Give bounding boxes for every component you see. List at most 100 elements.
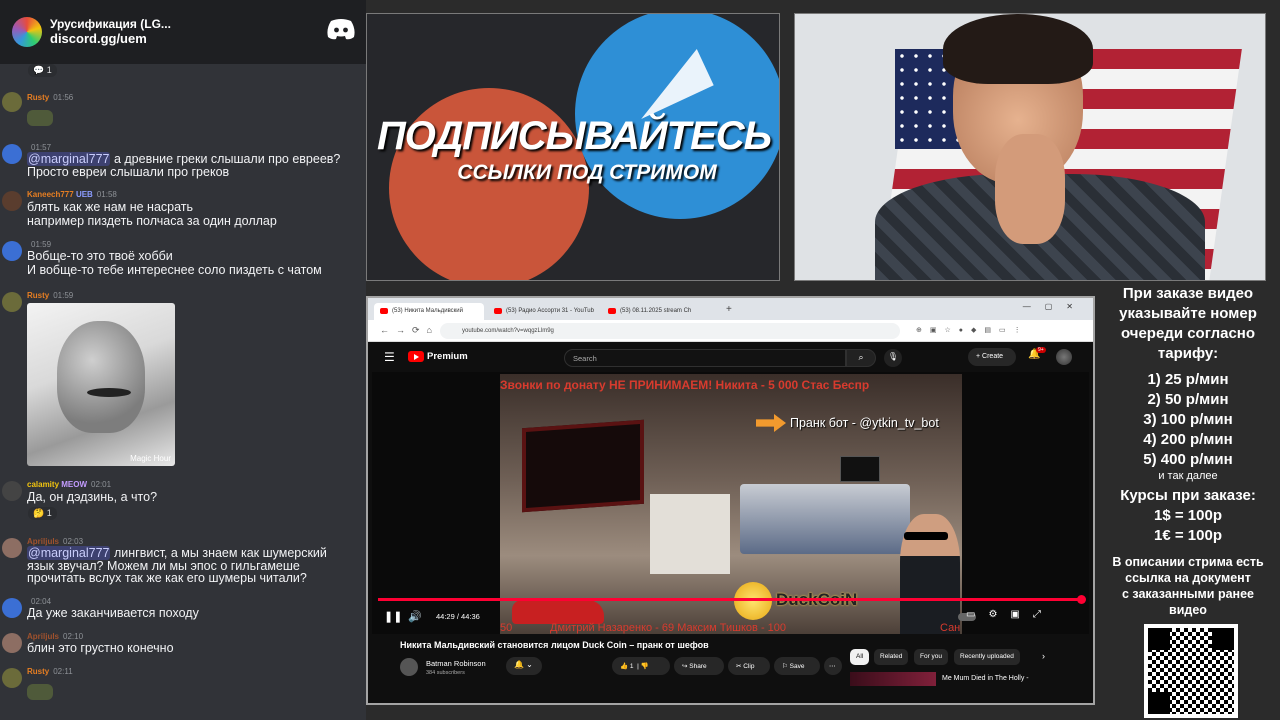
server-icon (12, 17, 42, 47)
rate-line: 1€ = 100р (1154, 527, 1222, 544)
search-input[interactable]: Search (564, 349, 846, 367)
chip-all[interactable]: All (850, 649, 870, 665)
streamer-hair (943, 14, 1093, 84)
youtube-icon (494, 308, 502, 314)
menu-icon[interactable]: ☰ (384, 350, 395, 364)
exchange-rates: Курсы при заказе: 1$ = 100р 1€ = 100р (1096, 486, 1280, 546)
price-tier: 5) 400 р/мин (1143, 451, 1233, 468)
progress-handle[interactable] (1077, 595, 1087, 604)
avatar (2, 633, 22, 653)
avatar (2, 538, 22, 558)
avatar (2, 292, 22, 312)
username: Rusty 01:56 (27, 93, 74, 102)
url-input[interactable]: youtube.com/watch?v=wqgzLlm9g (440, 323, 900, 339)
intro-line: При заказе видео (1122, 285, 1254, 302)
avatar (2, 144, 22, 164)
discord-logo-icon (327, 19, 355, 40)
recommended-thumbnail[interactable] (850, 672, 936, 686)
price-tier: 2) 50 р/мин (1147, 391, 1229, 408)
video-title: Никита Мальдивский становится лицом Duck… (400, 640, 709, 650)
avatar (2, 668, 22, 688)
subscriber-count: 384 subscribers (426, 670, 465, 676)
promo-subtitle: ССЫЛКИ ПОД СТРИМОМ (457, 161, 717, 184)
donation-ticker: Звонки по донату НЕ ПРИНИМАЕМ! Никита - … (500, 378, 870, 392)
duckcoin-logo-icon (734, 582, 772, 620)
rate-line: 1$ = 100р (1154, 507, 1222, 524)
chevron-right-icon[interactable]: › (1042, 651, 1045, 661)
message-text: блин это грустно конечно (27, 641, 174, 655)
chip-recently-uploaded[interactable]: Recently uploaded (954, 649, 1020, 665)
search-icon[interactable]: ⌕ (846, 349, 876, 367)
username: Kaneech777 UEB 01:58 (27, 190, 117, 199)
youtube-icon (608, 308, 616, 314)
red-car (512, 600, 604, 624)
message-text: Да, он дэдзинь, а что? (27, 490, 158, 504)
price-list: 1) 25 р/мин 2) 50 р/мин 3) 100 р/мин 4) … (1096, 370, 1280, 470)
description-note: В описании стрима есть ссылка на докумен… (1096, 554, 1280, 618)
qr-pattern (1148, 628, 1234, 714)
webcam-feed (794, 13, 1266, 281)
order-info-panel: При заказе видео указывайте номер очеред… (1096, 284, 1280, 720)
price-etc: и так далее (1158, 470, 1218, 482)
chip-for-you[interactable]: For you (914, 649, 949, 665)
tab-bar: (53) Никита Мальдивский (53) Радио Ассор… (368, 298, 1093, 320)
discord-chat-panel: Урусификация (LG... discord.gg/uem 💬 1 R… (0, 0, 366, 720)
sunglasses (904, 532, 948, 540)
progress-bar[interactable] (378, 595, 1087, 604)
browser-tab[interactable]: (53) 08.11.2025 stream Ch (602, 303, 712, 320)
mic-icon[interactable]: 🎙 (884, 349, 902, 367)
promo-title: ПОДПИСЫВАЙТЕСЬ (376, 114, 772, 158)
browser-window: (53) Никита Мальдивский (53) Радио Ассор… (366, 296, 1095, 705)
player-controls[interactable]: ▭⚙▣⤢ (966, 609, 1054, 620)
avatar (2, 481, 22, 501)
username: 01:59 (31, 240, 52, 249)
progress-fill (378, 598, 1082, 601)
video-frame[interactable]: Звонки по донату НЕ ПРИНИМАЕМ! Никита - … (500, 374, 962, 634)
reaction-badge[interactable]: 🤔 1 (28, 507, 57, 520)
create-button[interactable]: + Create (968, 348, 1016, 366)
window-controls[interactable]: —▢✕ (1023, 302, 1087, 311)
chip-related[interactable]: Related (874, 649, 909, 665)
recommended-title[interactable]: Me Mum Died in The Holly - (942, 675, 1029, 682)
reaction-badge[interactable]: 💬 1 (28, 64, 57, 77)
emote-image (27, 110, 53, 126)
subscribe-bell-button[interactable]: 🔔 ⌄ (506, 657, 542, 675)
intro-line: тарифу: (1157, 345, 1219, 362)
chat-header: Урусификация (LG... discord.gg/uem (0, 0, 366, 64)
browser-tab[interactable]: (53) Никита Мальдивский (374, 303, 484, 320)
qr-code[interactable] (1144, 624, 1238, 718)
nav-buttons[interactable]: ←→⟳⌂ (380, 325, 439, 336)
meme-moustache (87, 388, 131, 397)
youtube-logo-icon[interactable] (408, 351, 424, 362)
youtube-icon (380, 308, 388, 314)
clip-button[interactable]: ✂ Clip (728, 657, 770, 675)
new-tab-icon[interactable]: + (726, 304, 732, 315)
emote-image (27, 684, 53, 700)
username: 01:57 (31, 143, 52, 152)
address-bar: ←→⟳⌂ youtube.com/watch?v=wqgzLlm9g ⊕▣☆●◆… (368, 320, 1093, 342)
share-button[interactable]: ↪ Share (674, 657, 724, 675)
time-display: 44:29 / 44:36 (436, 612, 480, 621)
meme-image[interactable]: Magic Hour (27, 303, 175, 466)
note-line: видео (1169, 603, 1207, 617)
server-invite-link[interactable]: discord.gg/uem (50, 31, 171, 47)
username: Apriljuls 02:03 (27, 537, 84, 546)
message-text: @marginal777 а древние греки слышали про… (27, 152, 341, 166)
avatar[interactable] (1056, 349, 1072, 365)
channel-name[interactable]: Batman Robinson (426, 659, 486, 668)
video-player[interactable]: Звонки по донату НЕ ПРИНИМАЕМ! Никита - … (372, 372, 1089, 634)
username: calamity MEOW 02:01 (27, 480, 112, 489)
volume-icon[interactable]: 🔊 (408, 610, 422, 623)
intro-line: очереди согласно (1120, 325, 1256, 342)
like-button[interactable]: 👍 1 | 👎 (612, 657, 670, 675)
user-mention[interactable]: @marginal777 (27, 546, 111, 560)
extension-icons[interactable]: ⊕▣☆●◆▤▭⋮ (916, 326, 1029, 334)
youtube-brand[interactable]: Premium (427, 351, 468, 362)
save-button[interactable]: ⚐ Save (774, 657, 820, 675)
user-mention[interactable]: @marginal777 (27, 152, 111, 166)
browser-tab[interactable]: (53) Радио Ассорти 31 - YouTub (488, 303, 598, 320)
promo-banner: ПОДПИСЫВАЙТЕСЬ ССЫЛКИ ПОД СТРИМОМ (366, 13, 780, 281)
pause-icon[interactable]: ❚❚ (384, 610, 402, 623)
channel-avatar[interactable] (400, 658, 418, 676)
more-icon[interactable]: ⋯ (824, 657, 842, 675)
